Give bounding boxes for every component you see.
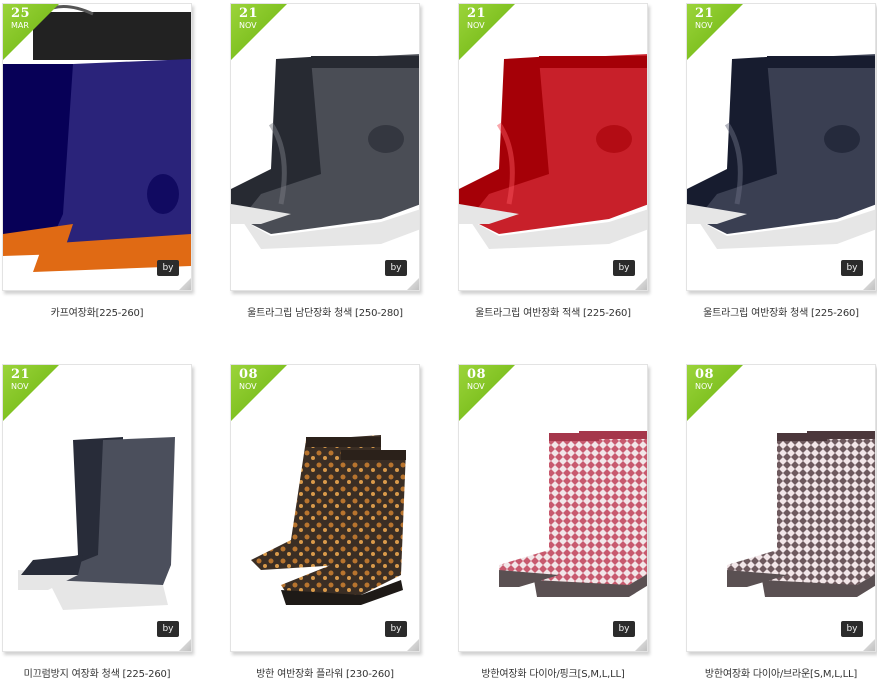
- product-title[interactable]: 방한여장화 다이아/핑크[S,M,L,LL]: [458, 665, 648, 680]
- page-curl-decoration: [634, 277, 647, 290]
- date-month: NOV: [11, 382, 29, 391]
- page-curl-decoration: [406, 638, 419, 651]
- date-day: 08: [467, 367, 487, 382]
- by-badge[interactable]: by: [613, 621, 635, 637]
- by-badge[interactable]: by: [841, 260, 863, 276]
- product-card[interactable]: 21 NOV by: [686, 3, 876, 291]
- page-curl-decoration: [862, 277, 875, 290]
- date-month: NOV: [239, 382, 257, 391]
- product-image-frame[interactable]: 08 NOV by: [230, 364, 420, 652]
- date-month: NOV: [695, 21, 713, 30]
- page-curl-decoration: [178, 277, 191, 290]
- product-title[interactable]: 미끄럼방지 여장화 청색 [225-260]: [2, 665, 192, 680]
- page-curl-decoration: [178, 638, 191, 651]
- date-day: 25: [11, 6, 31, 21]
- boot-image: [18, 437, 175, 610]
- product-card[interactable]: 08 NOV by: [458, 364, 648, 652]
- boot-image: [3, 5, 191, 272]
- product-image-frame[interactable]: 08 NOV by: [686, 364, 876, 652]
- product-card[interactable]: 08 NOV by: [686, 364, 876, 652]
- product-title[interactable]: 울트라그립 남단장화 청색 [250-280]: [230, 304, 420, 319]
- page-curl-decoration: [862, 638, 875, 651]
- by-badge[interactable]: by: [841, 621, 863, 637]
- by-badge[interactable]: by: [385, 621, 407, 637]
- product-card[interactable]: 21 NOV by: [458, 3, 648, 291]
- product-card[interactable]: 08 NOV by: [230, 364, 420, 652]
- product-title[interactable]: 카프여장화[225-260]: [2, 304, 192, 319]
- by-badge[interactable]: by: [613, 260, 635, 276]
- boot-image: [727, 431, 875, 597]
- product-image-frame[interactable]: 08 NOV by: [458, 364, 648, 652]
- date-month: NOV: [239, 21, 257, 30]
- by-badge[interactable]: by: [157, 260, 179, 276]
- product-title[interactable]: 방한 여반장화 플라워 [230-260]: [230, 665, 420, 680]
- page-curl-decoration: [406, 277, 419, 290]
- product-card[interactable]: 21 NOV by: [2, 364, 192, 652]
- by-badge[interactable]: by: [157, 621, 179, 637]
- product-title[interactable]: 울트라그립 여반장화 청색 [225-260]: [686, 304, 876, 319]
- date-month: NOV: [467, 21, 485, 30]
- product-card[interactable]: 21 NOV by: [230, 3, 420, 291]
- date-month: NOV: [467, 382, 485, 391]
- date-day: 21: [467, 6, 487, 21]
- product-image-frame[interactable]: 21 NOV by: [458, 3, 648, 291]
- date-month: MAR: [11, 21, 29, 30]
- boot-image: [459, 54, 647, 249]
- date-day: 08: [239, 367, 259, 382]
- date-day: 21: [695, 6, 715, 21]
- product-title[interactable]: 울트라그립 여반장화 적색 [225-260]: [458, 304, 648, 319]
- product-title[interactable]: 방한여장화 다이아/브라운[S,M,L,LL]: [686, 665, 876, 680]
- boot-image: [499, 431, 647, 597]
- product-image-frame[interactable]: 21 NOV by: [230, 3, 420, 291]
- date-day: 21: [239, 6, 259, 21]
- boot-image: [231, 54, 419, 249]
- boot-image: [687, 54, 875, 249]
- product-image-frame[interactable]: 21 NOV by: [2, 364, 192, 652]
- page-curl-decoration: [634, 638, 647, 651]
- boot-image: [251, 435, 406, 605]
- by-badge[interactable]: by: [385, 260, 407, 276]
- date-day: 21: [11, 367, 31, 382]
- product-image-frame[interactable]: 21 NOV by: [686, 3, 876, 291]
- date-day: 08: [695, 367, 715, 382]
- product-image-frame[interactable]: 25 MAR by: [2, 3, 192, 291]
- product-card[interactable]: 25 MAR by: [2, 3, 192, 291]
- date-month: NOV: [695, 382, 713, 391]
